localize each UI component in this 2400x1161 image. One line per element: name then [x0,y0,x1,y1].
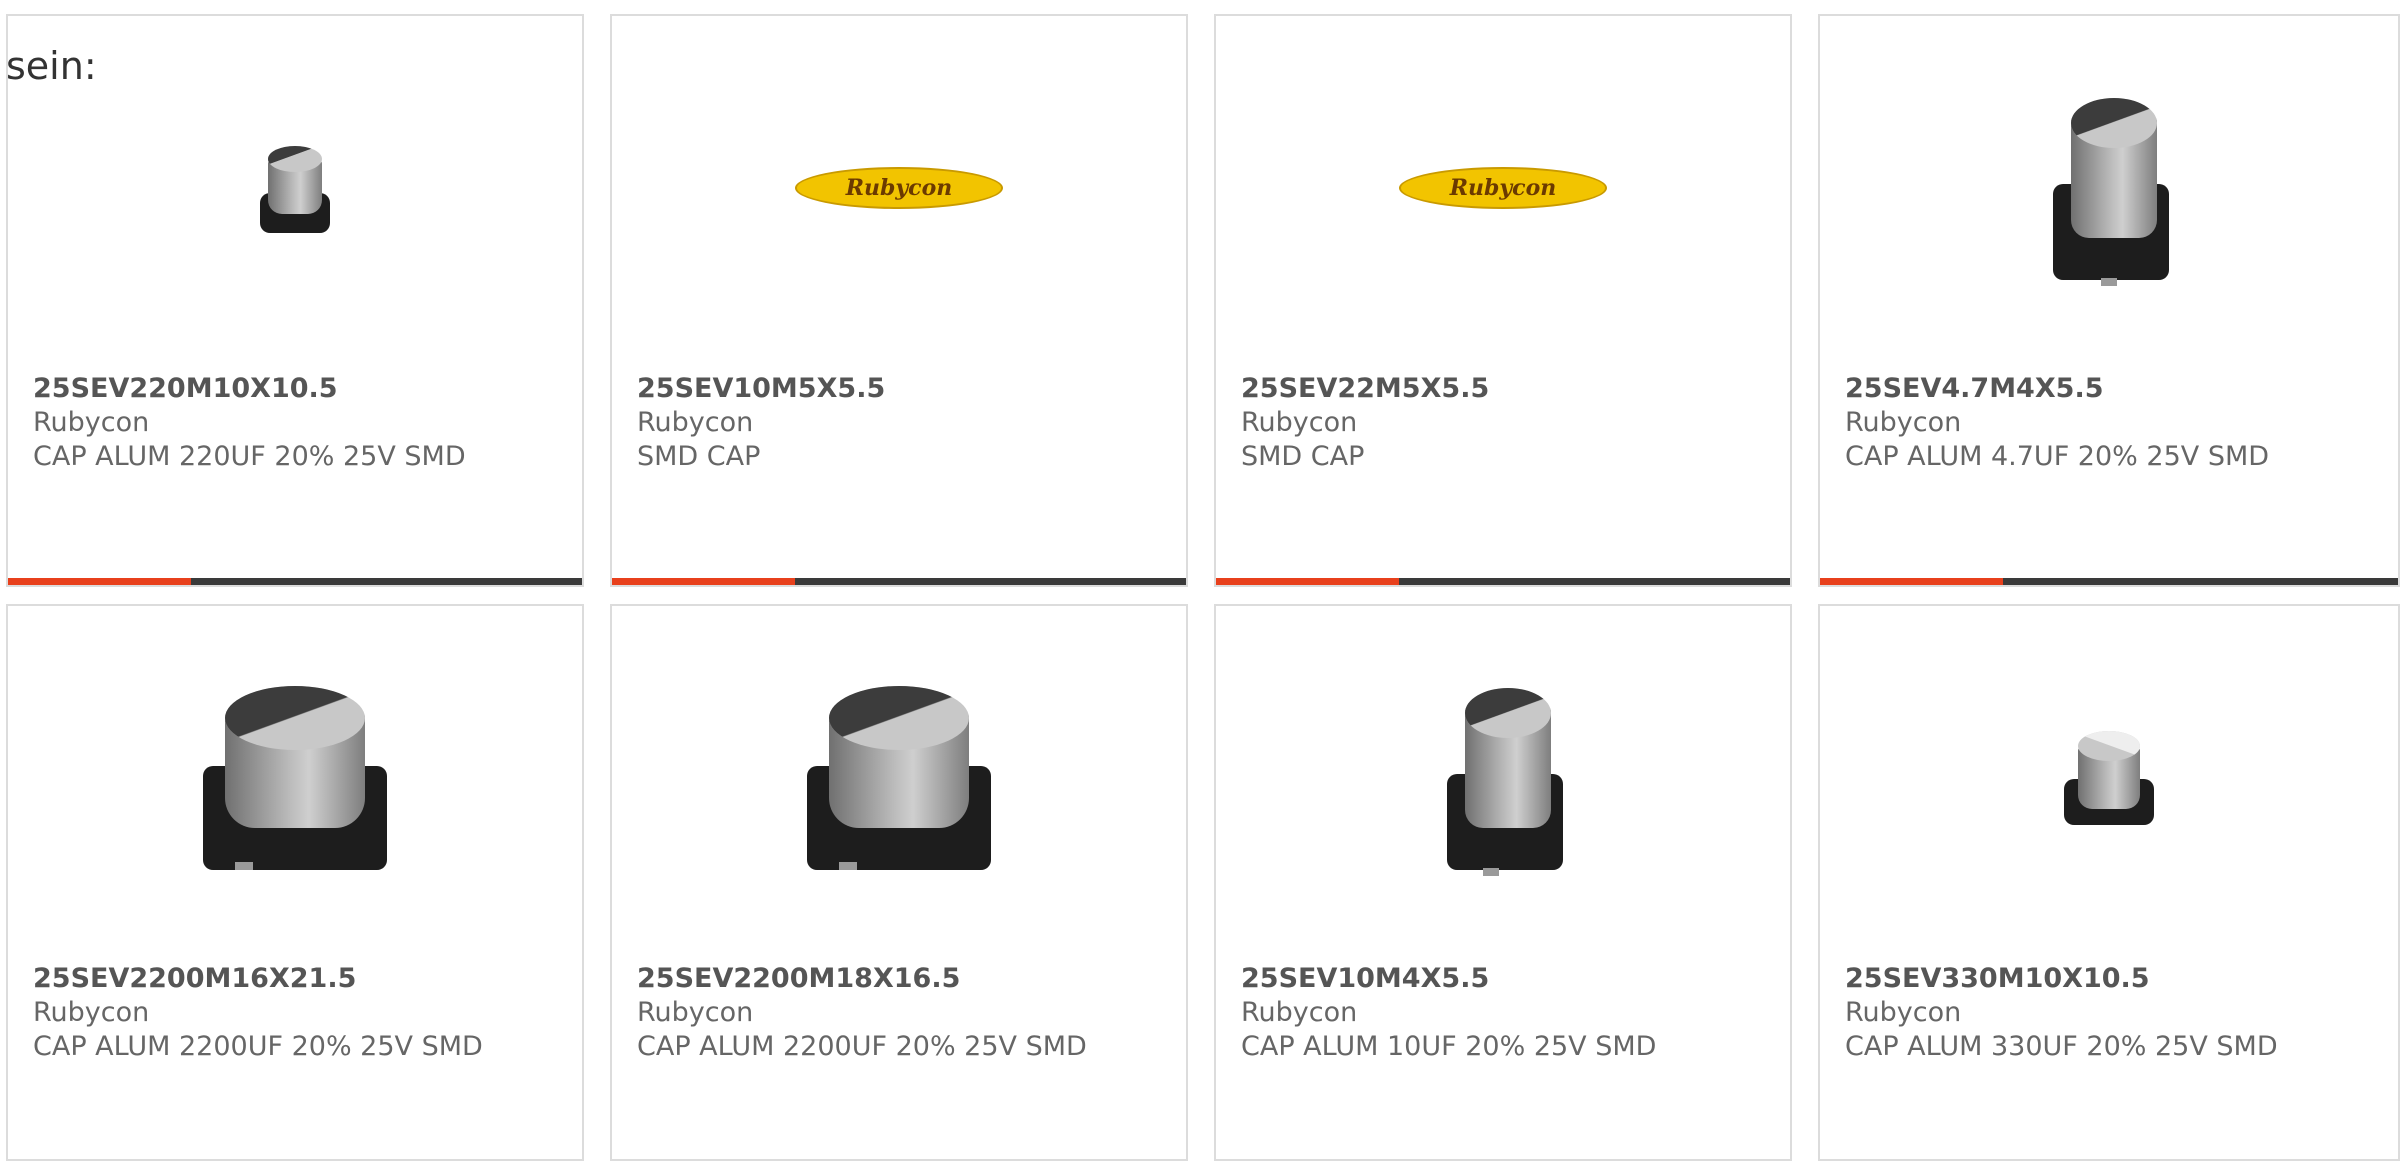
part-number[interactable]: 25SEV2200M16X21.5 [33,962,483,996]
progress-bar [1216,578,1790,585]
description: CAP ALUM 330UF 20% 25V SMD [1845,1031,2278,1062]
manufacturer: Rubycon [637,997,754,1028]
capacitor-small-icon [2054,723,2164,833]
product-card[interactable]: 25SEV2200M18X16.5 Rubycon CAP ALUM 2200U… [610,604,1188,1161]
product-image[interactable] [8,678,582,878]
capacitor-tall-icon [2029,88,2189,288]
product-card[interactable]: Rubycon 25SEV10M5X5.5 Rubycon SMD CAP [610,14,1188,587]
product-image[interactable] [8,88,582,288]
progress-bar [8,578,582,585]
product-card[interactable]: Rubycon 25SEV22M5X5.5 Rubycon SMD CAP [1214,14,1792,587]
capacitor-large-icon [799,678,999,878]
part-number[interactable]: 25SEV330M10X10.5 [1845,962,2278,996]
part-number[interactable]: 25SEV4.7M4X5.5 [1845,372,2269,406]
manufacturer: Rubycon [1845,997,1962,1028]
manufacturer: Rubycon [1241,997,1358,1028]
product-image[interactable]: Rubycon [612,88,1186,288]
description: SMD CAP [637,441,761,472]
capacitor-large-icon [195,678,395,878]
product-image[interactable] [612,678,1186,878]
product-card[interactable]: 25SEV10M4X5.5 Rubycon CAP ALUM 10UF 20% … [1214,604,1792,1161]
part-number[interactable]: 25SEV2200M18X16.5 [637,962,1087,996]
product-image[interactable] [1820,88,2398,288]
product-image[interactable] [1216,678,1790,878]
description: CAP ALUM 10UF 20% 25V SMD [1241,1031,1657,1062]
rubycon-logo: Rubycon [795,167,1003,209]
product-card[interactable]: 25SEV220M10X10.5 Rubycon CAP ALUM 220UF … [6,14,584,587]
part-number[interactable]: 25SEV220M10X10.5 [33,372,466,406]
description: SMD CAP [1241,441,1365,472]
product-card[interactable]: 25SEV4.7M4X5.5 Rubycon CAP ALUM 4.7UF 20… [1818,14,2400,587]
description: CAP ALUM 220UF 20% 25V SMD [33,441,466,472]
progress-bar [612,578,1186,585]
manufacturer: Rubycon [33,407,150,438]
description: CAP ALUM 2200UF 20% 25V SMD [637,1031,1087,1062]
description: CAP ALUM 4.7UF 20% 25V SMD [1845,441,2270,472]
part-number[interactable]: 25SEV10M5X5.5 [637,372,885,406]
manufacturer: Rubycon [33,997,150,1028]
manufacturer: Rubycon [1845,407,1962,438]
product-card[interactable]: 25SEV2200M16X21.5 Rubycon CAP ALUM 2200U… [6,604,584,1161]
intro-text: sein: [6,44,97,88]
capacitor-tall-icon [1423,678,1583,878]
part-number[interactable]: 25SEV22M5X5.5 [1241,372,1489,406]
manufacturer: Rubycon [1241,407,1358,438]
part-number[interactable]: 25SEV10M4X5.5 [1241,962,1656,996]
product-image[interactable]: Rubycon [1216,88,1790,288]
rubycon-logo: Rubycon [1399,167,1607,209]
progress-bar [1820,578,2398,585]
manufacturer: Rubycon [637,407,754,438]
product-image[interactable] [1820,678,2398,878]
description: CAP ALUM 2200UF 20% 25V SMD [33,1031,483,1062]
product-card[interactable]: 25SEV330M10X10.5 Rubycon CAP ALUM 330UF … [1818,604,2400,1161]
capacitor-small-icon [250,138,340,238]
